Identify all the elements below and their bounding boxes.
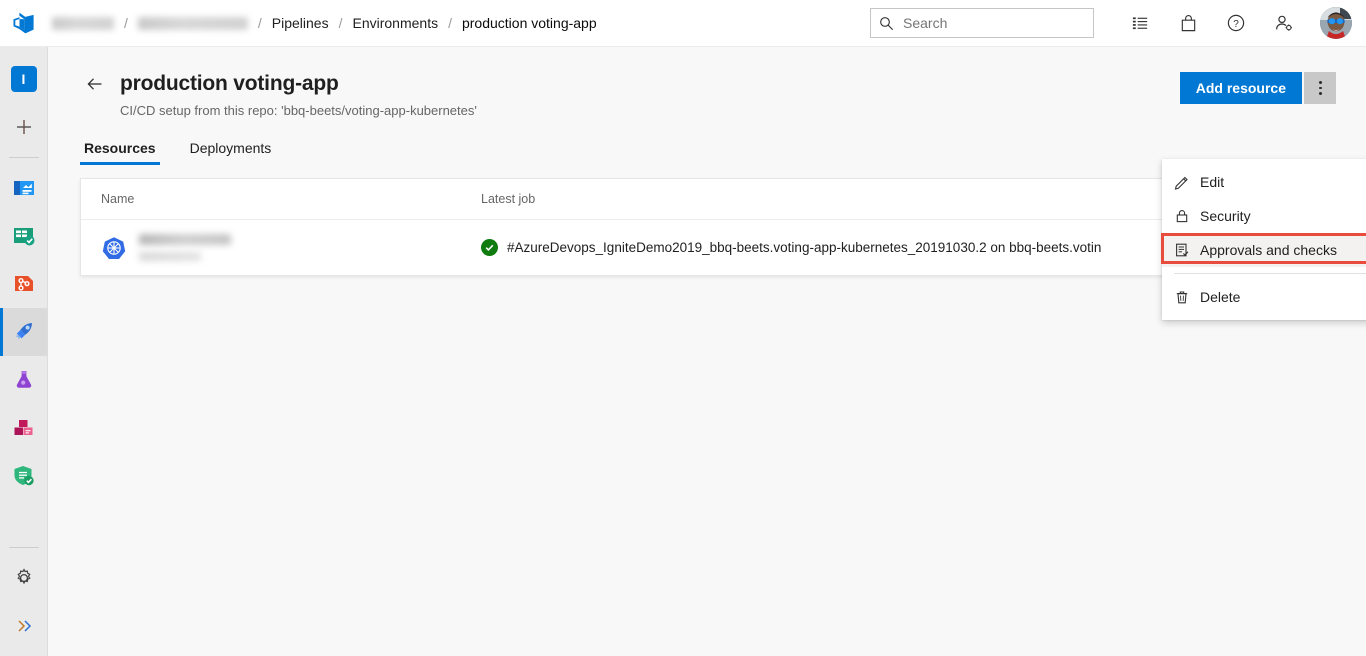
sidebar-item-advanced-security[interactable]: [0, 452, 47, 500]
ellipsis-icon: [1318, 80, 1322, 96]
search-box[interactable]: [870, 8, 1094, 38]
breadcrumb-org[interactable]: [52, 16, 114, 30]
left-navigation-rail: I: [0, 47, 48, 656]
tab-resources[interactable]: Resources: [80, 140, 160, 165]
menu-item-security[interactable]: Security: [1162, 199, 1366, 233]
breadcrumb-project[interactable]: [137, 16, 248, 30]
user-avatar[interactable]: [1320, 7, 1352, 39]
table-row[interactable]: #AzureDevops_IgniteDemo2019_bbq-beets.vo…: [81, 220, 1333, 275]
sidebar-item-overview[interactable]: [0, 164, 47, 212]
sidebar-item-expand-rail[interactable]: [0, 602, 47, 650]
gear-icon: [16, 568, 31, 585]
table-header-row: Name Latest job: [81, 179, 1333, 220]
project-avatar[interactable]: I: [0, 55, 47, 103]
page-subtitle: CI/CD setup from this repo: 'bbq-beets/v…: [120, 103, 477, 118]
user-settings-icon[interactable]: [1267, 6, 1301, 40]
double-chevron-right-icon: [17, 620, 31, 632]
shopping-bag-icon[interactable]: [1171, 6, 1205, 40]
rail-bottom-group: [0, 541, 47, 656]
resources-table-card: Name Latest job #AzureDevops_IgniteDemo2…: [80, 178, 1334, 276]
svg-text:?: ?: [1233, 19, 1239, 30]
breadcrumb-separator: /: [448, 15, 452, 31]
plus-icon: [16, 120, 31, 134]
sidebar-item-repos[interactable]: [0, 260, 47, 308]
sidebar-item-project-settings[interactable]: [0, 554, 47, 602]
sidebar-item-artifacts[interactable]: [0, 404, 47, 452]
sidebar-item-pipelines[interactable]: [0, 308, 47, 356]
menu-item-label: Security: [1200, 208, 1251, 224]
column-header-name: Name: [101, 192, 135, 206]
search-input[interactable]: [901, 14, 1080, 32]
latest-job-text: #AzureDevops_IgniteDemo2019_bbq-beets.vo…: [507, 240, 1102, 255]
menu-item-label: Delete: [1200, 289, 1241, 305]
boards-icon: [13, 228, 34, 246]
app-root: / / Pipelines / Environments / productio…: [0, 0, 1366, 656]
pencil-icon: [1174, 174, 1200, 190]
status-success-icon: [481, 239, 498, 256]
page-header: production voting-app CI/CD setup from t…: [48, 47, 1366, 118]
shield-check-icon: [14, 466, 34, 486]
sidebar-item-new[interactable]: [0, 103, 47, 151]
menu-item-label: Approvals and checks: [1200, 242, 1337, 258]
menu-item-approvals-and-checks[interactable]: Approvals and checks: [1162, 233, 1366, 267]
back-arrow-icon[interactable]: [80, 69, 110, 99]
sidebar-item-test-plans[interactable]: [0, 356, 47, 404]
column-header-latest-job: Latest job: [481, 192, 536, 206]
repos-icon: [14, 276, 33, 291]
trash-icon: [1174, 289, 1200, 305]
menu-item-label: Edit: [1200, 174, 1225, 190]
menu-divider: [1174, 273, 1366, 274]
breadcrumb-separator: /: [257, 15, 262, 31]
lock-icon: [1174, 208, 1200, 224]
overview-icon: [13, 181, 34, 195]
breadcrumb-item-current[interactable]: production voting-app: [462, 15, 597, 31]
resource-name-blurred: [139, 234, 231, 261]
azure-devops-logo-icon[interactable]: [0, 0, 48, 47]
test-plans-flask-icon: [16, 371, 31, 388]
menu-item-edit[interactable]: Edit: [1162, 165, 1366, 199]
project-avatar-letter: I: [10, 66, 37, 92]
tab-deployments[interactable]: Deployments: [186, 140, 276, 165]
breadcrumb-item-pipelines[interactable]: Pipelines: [272, 15, 329, 31]
rail-divider: [8, 157, 39, 158]
breadcrumb-separator: /: [124, 15, 128, 31]
rail-divider-bottom: [8, 547, 39, 548]
search-icon: [871, 16, 901, 31]
page-title: production voting-app: [120, 72, 339, 95]
main-content: production voting-app CI/CD setup from t…: [48, 47, 1366, 656]
breadcrumb-separator: /: [338, 15, 343, 31]
breadcrumb-item-environments[interactable]: Environments: [353, 15, 439, 31]
header-actions: ?: [870, 0, 1366, 47]
cell-resource-name: [81, 234, 481, 261]
artifacts-boxes-icon: [14, 420, 32, 435]
cell-latest-job[interactable]: #AzureDevops_IgniteDemo2019_bbq-beets.vo…: [481, 239, 1101, 256]
context-menu: Edit Security Approvals and checks Delet…: [1162, 159, 1366, 320]
menu-item-delete[interactable]: Delete: [1162, 280, 1366, 314]
clipboard-check-icon: [1174, 242, 1200, 258]
tasks-list-icon[interactable]: [1123, 6, 1157, 40]
help-question-icon[interactable]: ?: [1219, 6, 1253, 40]
more-actions-button[interactable]: [1304, 72, 1336, 104]
kubernetes-icon: [101, 235, 127, 261]
add-resource-button[interactable]: Add resource: [1179, 72, 1302, 104]
sidebar-item-boards[interactable]: [0, 212, 47, 260]
title-row: production voting-app: [80, 69, 1334, 99]
breadcrumb: / / Pipelines / Environments / productio…: [48, 0, 597, 47]
top-header-bar: / / Pipelines / Environments / productio…: [0, 0, 1366, 47]
page-actions: Add resource: [1179, 72, 1336, 104]
pipelines-rocket-icon: [15, 323, 32, 339]
